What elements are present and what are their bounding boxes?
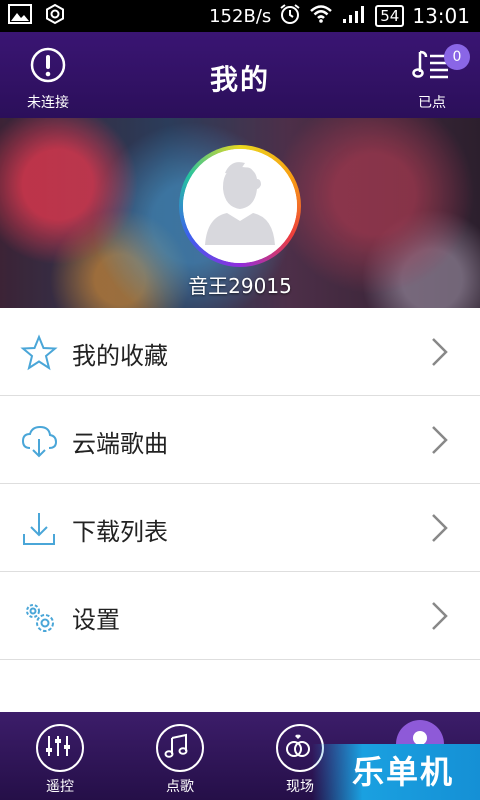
app-header: 未连接 我的 0 已点	[0, 32, 480, 118]
watermark-logo: 乐单机	[312, 744, 480, 800]
tab-label: 点歌	[166, 779, 194, 795]
equalizer-icon	[36, 724, 84, 772]
menu-item-favorites[interactable]: 我的收藏	[0, 308, 480, 396]
clock: 13:01	[412, 4, 470, 28]
signal-icon	[341, 4, 367, 29]
network-speed: 152B/s	[209, 5, 272, 27]
menu-item-label: 云端歌曲	[72, 430, 168, 458]
menu-item-label: 我的收藏	[72, 342, 168, 370]
selected-songs-button[interactable]: 0 已点	[404, 44, 470, 112]
wifi-icon	[309, 4, 333, 29]
download-icon	[20, 510, 58, 548]
menu-item-label: 下载列表	[72, 518, 168, 546]
menu-item-label: 设置	[72, 606, 120, 634]
chevron-right-icon	[430, 336, 450, 368]
menu-list: 我的收藏 云端歌曲 下载列表 设置	[0, 308, 480, 660]
profile-banner: 音王29015	[0, 118, 480, 308]
menu-item-settings[interactable]: 设置	[0, 572, 480, 660]
tab-song-request[interactable]: 点歌	[150, 724, 210, 796]
menu-item-cloud-songs[interactable]: 云端歌曲	[0, 396, 480, 484]
battery-indicator: 54	[375, 5, 405, 27]
cloud-download-icon	[20, 422, 58, 460]
chevron-right-icon	[430, 424, 450, 456]
default-user-icon	[183, 149, 297, 263]
avatar[interactable]	[179, 145, 301, 267]
star-icon	[20, 334, 58, 372]
tab-label: 遥控	[46, 779, 74, 795]
tab-remote[interactable]: 遥控	[30, 724, 90, 796]
status-bar: 152B/s 54 13:01	[0, 0, 480, 32]
settings-notification-icon	[44, 3, 66, 29]
menu-item-downloads[interactable]: 下载列表	[0, 484, 480, 572]
playlist-icon	[412, 50, 452, 88]
selected-songs-label: 已点	[418, 95, 446, 111]
chevron-right-icon	[430, 600, 450, 632]
gallery-notification-icon	[8, 4, 32, 28]
chevron-right-icon	[430, 512, 450, 544]
username: 音王29015	[188, 274, 292, 298]
music-note-icon	[156, 724, 204, 772]
selected-count-badge: 0	[444, 44, 470, 70]
gear-icon	[20, 598, 58, 636]
alarm-icon	[279, 3, 301, 30]
